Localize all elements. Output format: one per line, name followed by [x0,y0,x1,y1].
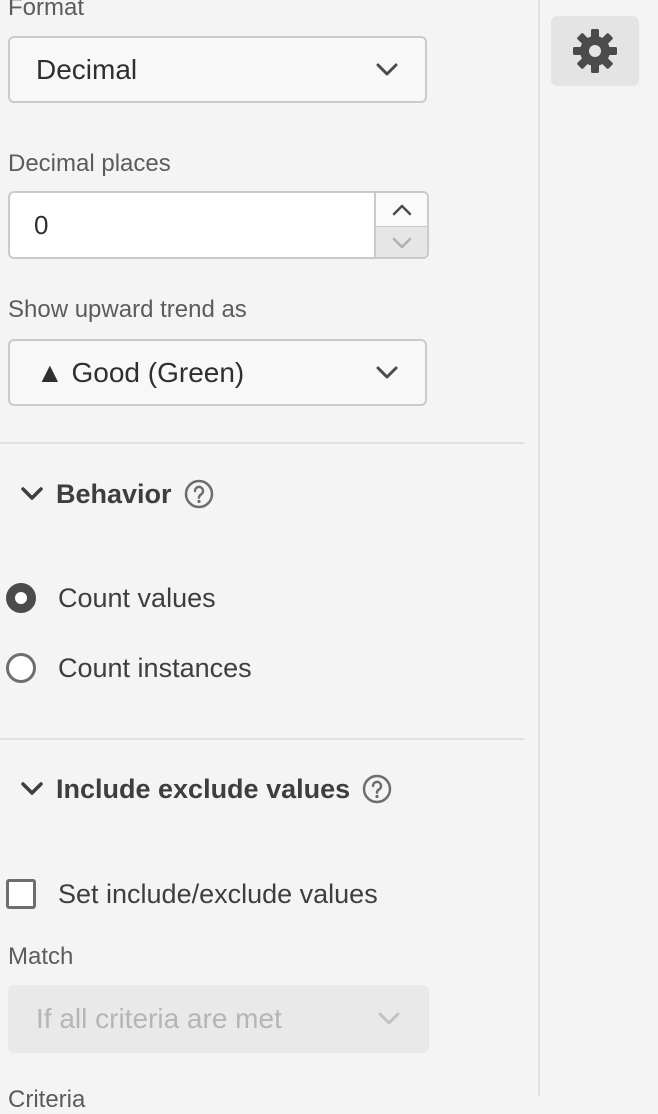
match-label: Match [8,943,74,970]
properties-panel: Format Decimal Decimal places 0 Show upw… [0,0,538,1113]
upward-trend-value: ▲ Good (Green) [36,357,245,388]
include-exclude-title: Include exclude values [56,773,351,804]
right-rail [538,0,658,1096]
gear-icon [573,29,617,73]
format-label: Format [8,0,85,21]
section-divider [0,442,524,444]
help-icon[interactable] [362,774,392,804]
include-exclude-section-header[interactable]: Include exclude values [20,769,392,809]
radio-count-instances[interactable]: Count instances [6,648,252,688]
chevron-down-icon [376,63,398,76]
match-dropdown[interactable]: If all criteria are met [8,985,429,1053]
section-divider [0,738,524,740]
decrement-button[interactable] [376,226,427,257]
settings-button[interactable] [551,16,639,86]
radio-label: Count values [58,582,216,613]
decimal-places-label: Decimal places [8,150,171,177]
checkbox-label: Set include/exclude values [58,878,378,909]
increment-button[interactable] [376,193,427,226]
criteria-label: Criteria [8,1086,86,1113]
upward-trend-label: Show upward trend as [8,296,247,323]
format-dropdown[interactable]: Decimal [8,36,427,103]
decimal-places-value[interactable]: 0 [34,193,48,257]
format-value: Decimal [36,54,138,85]
decimal-places-stepper[interactable]: 0 [8,191,429,259]
behavior-title: Behavior [56,478,172,509]
radio-button-checked[interactable] [6,583,36,613]
radio-count-values[interactable]: Count values [6,578,216,618]
chevron-up-icon [392,204,411,215]
match-value: If all criteria are met [36,1003,282,1034]
radio-label: Count instances [58,652,252,683]
upward-trend-dropdown[interactable]: ▲ Good (Green) [8,339,427,406]
checkbox[interactable] [6,879,36,909]
chevron-down-icon [378,1012,400,1025]
behavior-section-header[interactable]: Behavior [20,474,214,514]
radio-button[interactable] [6,653,36,683]
chevron-down-icon [21,487,43,500]
help-icon[interactable] [184,479,214,509]
chevron-down-icon [392,237,411,248]
chevron-down-icon [21,782,43,795]
include-exclude-checkbox-row[interactable]: Set include/exclude values [6,874,378,914]
chevron-down-icon [376,366,398,379]
